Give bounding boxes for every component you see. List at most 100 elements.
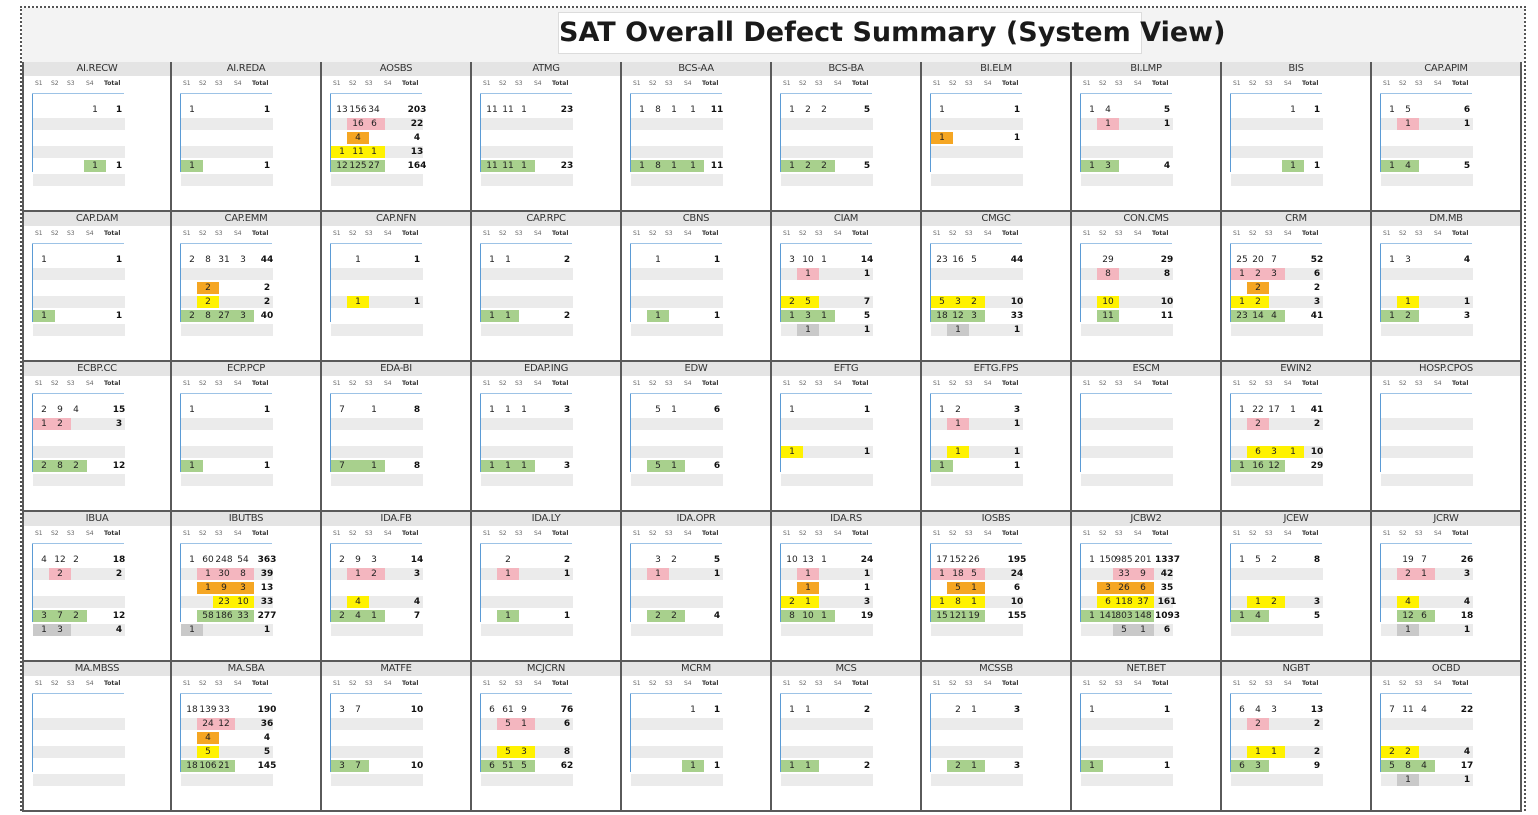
panel-bcs-aa[interactable]: BCS-AA S1 S2 S3 S4 Total 1 8 1 1 11 1 8 1 1 11 xyxy=(622,62,772,212)
cell-value: 3 xyxy=(971,311,977,321)
column-header: S3 xyxy=(67,80,75,87)
cell-value: 1 xyxy=(521,405,527,415)
column-header: S4 xyxy=(534,230,542,237)
table-left-line xyxy=(630,244,631,322)
row-band xyxy=(33,118,125,130)
row-total: 3 xyxy=(1313,297,1321,307)
panel-mcjcrn[interactable]: MCJCRN S1 S2 S3 S4 Total 6 61 9 76 5 1 6 5 3 8 6 51 5 62 xyxy=(472,662,622,812)
panel-con-cms[interactable]: CON.CMS S1 S2 S3 S4 Total 29 29 8 8 10 10 11 11 xyxy=(1072,212,1222,362)
row-total: 1 xyxy=(563,611,571,621)
row-total: 40 xyxy=(260,311,274,321)
cell-value: 5 xyxy=(971,569,977,579)
panel-cap-apim[interactable]: CAP.APIM S1 S2 S3 S4 Total 1 5 6 1 1 1 4 5 xyxy=(1372,62,1522,212)
panel-iosbs[interactable]: IOSBS S1 S2 S3 S4 Total 17 152 26 195 1 18 5 24 5 1 6 1 8 1… xyxy=(922,512,1072,662)
panel-eda-bi[interactable]: EDA-BI S1 S2 S3 S4 Total 7 1 8 7 1 8 xyxy=(322,362,472,512)
column-header: S4 xyxy=(86,380,94,387)
panel-edw[interactable]: EDW S1 S2 S3 S4 Total 5 1 6 5 1 6 xyxy=(622,362,772,512)
panel-cap-dam[interactable]: CAP.DAM S1 S2 S3 S4 Total 1 1 1 1 xyxy=(22,212,172,362)
row-band xyxy=(931,746,1023,758)
panel-ciam[interactable]: CIAM S1 S2 S3 S4 Total 3 10 1 14 1 1 2 5 7 1 3 1 5 1 1 xyxy=(772,212,922,362)
row-total: 13 xyxy=(260,583,274,593)
panel-ma-mbss[interactable]: MA.MBSS S1 S2 S3 S4 Total xyxy=(22,662,172,812)
panel-ma-sba[interactable]: MA.SBA S1 S2 S3 S4 Total 18 139 33 190 24 12 36 4 4 5 5 1… xyxy=(172,662,322,812)
column-header: S2 xyxy=(199,230,207,237)
panel-dm-mb[interactable]: DM.MB S1 S2 S3 S4 Total 1 3 4 1 1 1 2 3 xyxy=(1372,212,1522,362)
panel-atmg[interactable]: ATMG S1 S2 S3 S4 Total 11 11 1 23 11 11 1 23 xyxy=(472,62,622,212)
panel-ocbd[interactable]: OCBD S1 S2 S3 S4 Total 7 11 4 22 2 2 4 5 8 4 17 1 1 xyxy=(1372,662,1522,812)
row-band xyxy=(33,774,125,786)
panel-ecp-pcp[interactable]: ECP.PCP S1 S2 S3 S4 Total 1 1 1 1 xyxy=(172,362,322,512)
row-total: 10 xyxy=(1010,297,1024,307)
row-total: 10 xyxy=(410,761,424,771)
panel-ai-reda[interactable]: AI.REDA S1 S2 S3 S4 Total 1 1 1 1 xyxy=(172,62,322,212)
row-total: 2 xyxy=(863,705,871,715)
column-header: S1 xyxy=(35,230,43,237)
panel-cbns[interactable]: CBNS S1 S2 S3 S4 Total 1 1 1 1 xyxy=(622,212,772,362)
panel-matfe[interactable]: MATFE S1 S2 S3 S4 Total 3 7 10 3 7 10 xyxy=(322,662,472,812)
column-header: S4 xyxy=(834,680,842,687)
panel-mcs[interactable]: MCS S1 S2 S3 S4 Total 1 1 2 1 1 2 xyxy=(772,662,922,812)
panel-jcew[interactable]: JCEW S1 S2 S3 S4 Total 1 5 2 8 1 2 3 1 4 5 xyxy=(1222,512,1372,662)
table-top-line xyxy=(1080,393,1172,394)
column-header: S4 xyxy=(384,530,392,537)
panel-bi-elm[interactable]: BI.ELM S1 S2 S3 S4 Total 1 1 1 1 xyxy=(922,62,1072,212)
column-header: S4 xyxy=(86,530,94,537)
column-header: S3 xyxy=(815,530,823,537)
row-total: 1 xyxy=(713,569,721,579)
panel-bi-lmp[interactable]: BI.LMP S1 S2 S3 S4 Total 1 4 5 1 1 1 3 4 xyxy=(1072,62,1222,212)
panel-aosbs[interactable]: AOSBS S1 S2 S3 S4 Total 13 156 34 203 16 6 22 4 4 1 11 1 1… xyxy=(322,62,472,212)
row-band xyxy=(631,268,723,280)
panel-ida-opr[interactable]: IDA.OPR S1 S2 S3 S4 Total 3 2 5 1 1 2 2 4 xyxy=(622,512,772,662)
column-header: S3 xyxy=(1265,680,1273,687)
panel-ida-rs[interactable]: IDA.RS S1 S2 S3 S4 Total 10 13 1 24 1 1 1 1 2 1 3 8 10 1 19 xyxy=(772,512,922,662)
row-total: 1 xyxy=(863,405,871,415)
panel-edap-ing[interactable]: EDAP.ING S1 S2 S3 S4 Total 1 1 1 3 1 1 1 3 xyxy=(472,362,622,512)
panel-escm[interactable]: ESCM S1 S2 S3 S4 Total xyxy=(1072,362,1222,512)
panel-bis[interactable]: BIS S1 S2 S3 S4 Total 1 1 1 1 xyxy=(1222,62,1372,212)
row-total: 1 xyxy=(413,297,421,307)
panel-title: OCBD xyxy=(1372,662,1520,676)
panel-eftg[interactable]: EFTG S1 S2 S3 S4 Total 1 1 1 1 xyxy=(772,362,922,512)
panel-jcbw2[interactable]: JCBW2 S1 S2 S3 S4 Total 1 150 985 201 1337 33 9 42 3 26… xyxy=(1072,512,1222,662)
column-header: S4 xyxy=(534,530,542,537)
row-total: 42 xyxy=(1160,569,1174,579)
panel-ai-recw[interactable]: AI.RECW S1 S2 S3 S4 Total 1 1 1 1 xyxy=(22,62,172,212)
panel-cmgc[interactable]: CMGC S1 S2 S3 S4 Total 23 16 5 44 5 3 2 10 18 12 3 33 1 1 xyxy=(922,212,1072,362)
panel-bcs-ba[interactable]: BCS-BA S1 S2 S3 S4 Total 1 2 2 5 1 2 2 5 xyxy=(772,62,922,212)
panel-mcrm[interactable]: MCRM S1 S2 S3 S4 Total 1 1 1 1 xyxy=(622,662,772,812)
panel-ngbt[interactable]: NGBT S1 S2 S3 S4 Total 6 4 3 13 2 2 1 1 2 6 3 9 xyxy=(1222,662,1372,812)
panel-hosp-cpos[interactable]: HOSP.CPOS S1 S2 S3 S4 Total xyxy=(1372,362,1522,512)
cell-value: 2 xyxy=(1271,555,1277,565)
cell-value: 7 xyxy=(1421,555,1427,565)
column-header: S4 xyxy=(834,380,842,387)
panel-net-bet[interactable]: NET.BET S1 S2 S3 S4 Total 1 1 1 1 xyxy=(1072,662,1222,812)
panel-ida-ly[interactable]: IDA.LY S1 S2 S3 S4 Total 2 2 1 1 1 1 xyxy=(472,512,622,662)
panel-title: MCJCRN xyxy=(472,662,620,676)
row-total: 22 xyxy=(1460,705,1474,715)
column-header: S2 xyxy=(499,230,507,237)
row-band xyxy=(781,774,873,786)
panel-eftg-fps[interactable]: EFTG.FPS S1 S2 S3 S4 Total 1 2 3 1 1 1 1 1 1 xyxy=(922,362,1072,512)
row-band xyxy=(781,418,873,430)
column-header: S2 xyxy=(799,680,807,687)
panel-cap-rpc[interactable]: CAP.RPC S1 S2 S3 S4 Total 1 1 2 1 1 2 xyxy=(472,212,622,362)
panel-ida-fb[interactable]: IDA.FB S1 S2 S3 S4 Total 2 9 3 14 1 2 3 4 4 2 4 1 7 xyxy=(322,512,472,662)
panel-ibutbs[interactable]: IBUTBS S1 S2 S3 S4 Total 1 60 248 54 363 1 30 8 39 1 9 3 1… xyxy=(172,512,322,662)
row-total: 5 xyxy=(1313,611,1321,621)
panel-ecbp-cc[interactable]: ECBP.CC S1 S2 S3 S4 Total 2 9 4 15 1 2 3 2 8 2 12 xyxy=(22,362,172,512)
panel-ibua[interactable]: IBUA S1 S2 S3 S4 Total 4 12 2 18 2 2 3 7 2 12 1 3 4 xyxy=(22,512,172,662)
panel-crm[interactable]: CRM S1 S2 S3 S4 Total 25 20 7 52 1 2 3 6 2 2 1 2 3 23 14 4 41 xyxy=(1222,212,1372,362)
column-header: S3 xyxy=(1115,80,1123,87)
panel-cap-nfn[interactable]: CAP.NFN S1 S2 S3 S4 Total 1 1 1 1 xyxy=(322,212,472,362)
row-total: 17 xyxy=(1460,761,1474,771)
column-header: S2 xyxy=(349,230,357,237)
panel-ewin2[interactable]: EWIN2 S1 S2 S3 S4 Total 1 22 17 1 41 2 2 6 3 1 10 1 16 12 29 xyxy=(1222,362,1372,512)
cell-value: 1 xyxy=(805,569,811,579)
table-left-line xyxy=(630,394,631,472)
column-header: S2 xyxy=(1249,230,1257,237)
column-header: S4 xyxy=(234,680,242,687)
panel-cap-emm[interactable]: CAP.EMM S1 S2 S3 S4 Total 2 8 31 3 44 2 2 2 2 2 8 27 3 40 xyxy=(172,212,322,362)
panel-title: IDA.LY xyxy=(472,512,620,526)
panel-mcssb[interactable]: MCSSB S1 S2 S3 S4 Total 2 1 3 2 1 3 xyxy=(922,662,1072,812)
panel-jcrw[interactable]: JCRW S1 S2 S3 S4 Total 19 7 26 2 1 3 4 4 12 6 18 1 1 xyxy=(1372,512,1522,662)
